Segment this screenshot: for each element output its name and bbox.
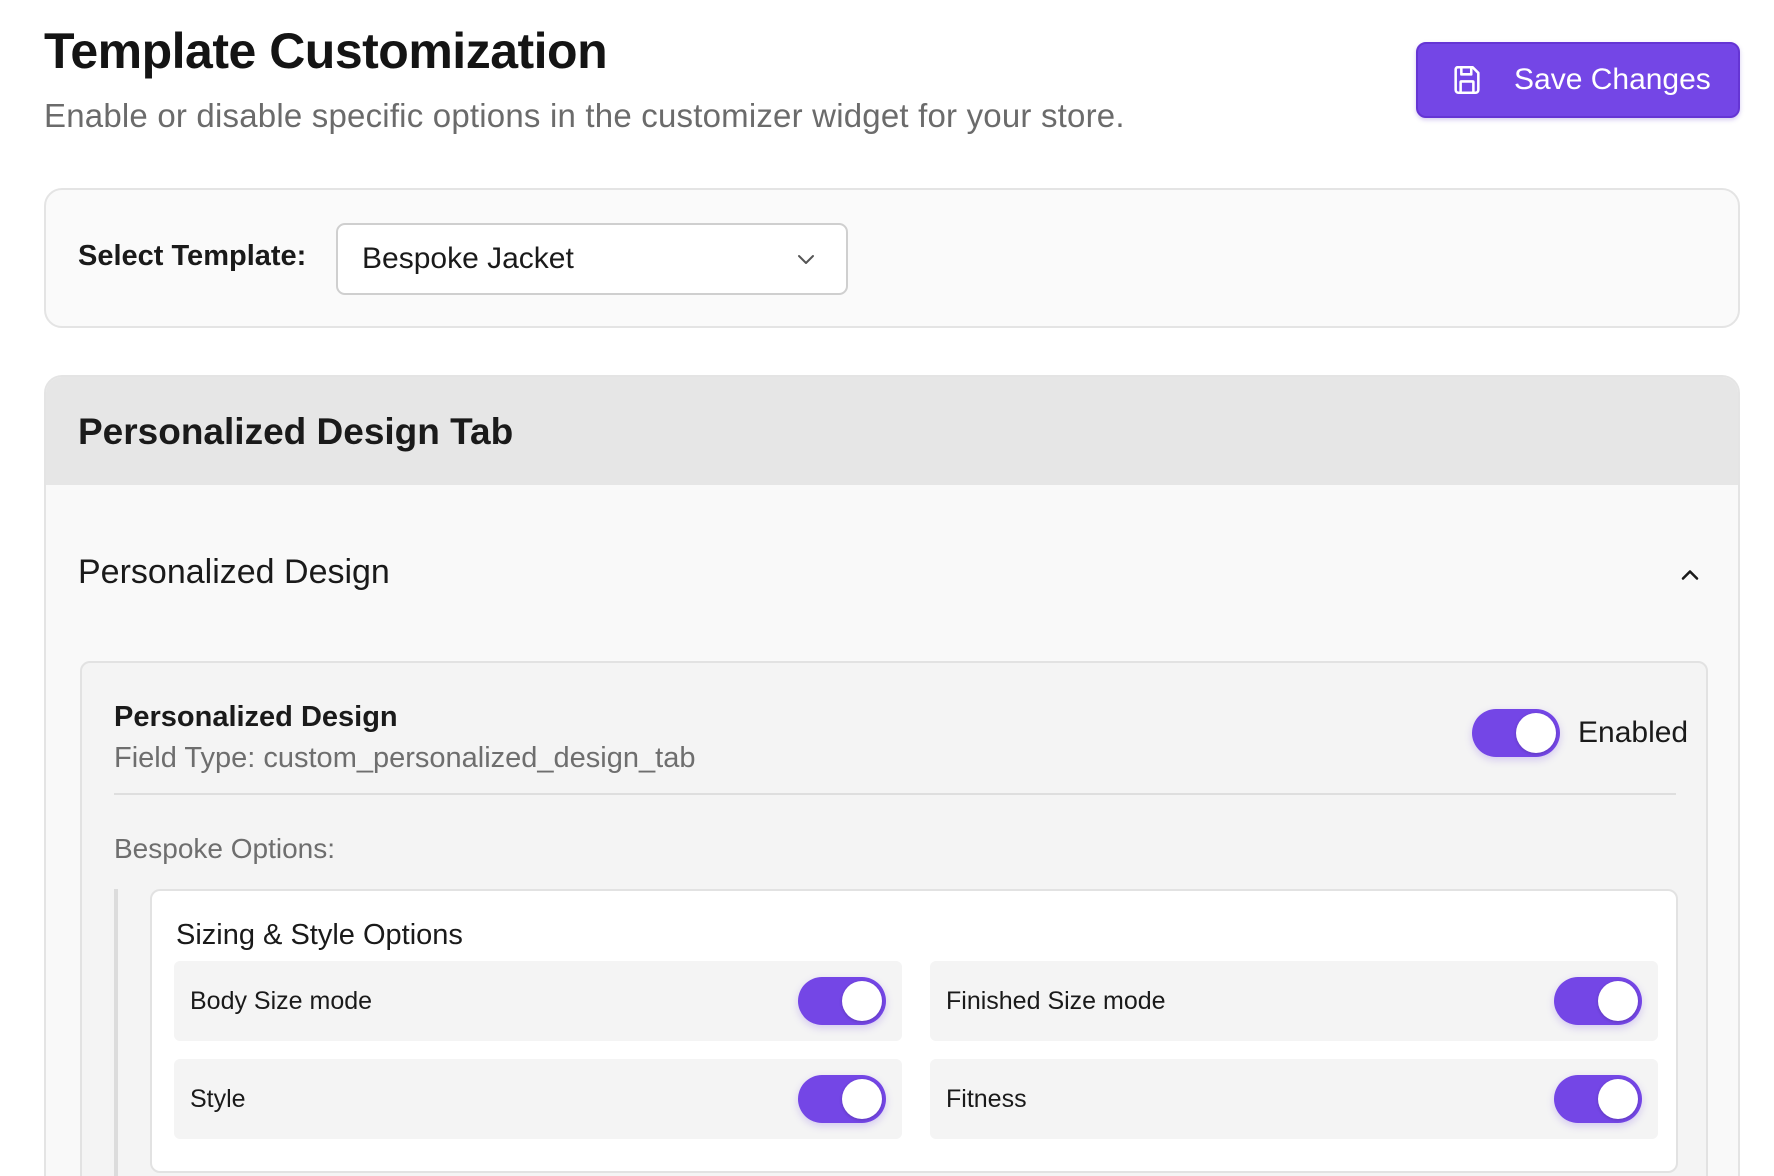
option-style: Style	[174, 1059, 902, 1139]
toggle-knob	[1598, 981, 1638, 1021]
page-title: Template Customization	[44, 23, 608, 79]
option-body-size-mode: Body Size mode	[174, 961, 902, 1041]
accordion-header[interactable]: Personalized Design	[78, 553, 390, 592]
save-changes-label: Save Changes	[1514, 63, 1711, 96]
options-indent-rule	[114, 889, 118, 1176]
field-card: Personalized Design Field Type: custom_p…	[80, 661, 1708, 1176]
page-subtitle: Enable or disable specific options in th…	[44, 97, 1125, 134]
field-status-label: Enabled	[1578, 716, 1689, 749]
group-title: Sizing & Style Options	[176, 919, 463, 951]
toggle-knob	[1598, 1079, 1638, 1119]
personalized-design-tab-section: Personalized Design Tab Personalized Des…	[44, 375, 1740, 1176]
save-icon	[1450, 63, 1484, 97]
field-name: Personalized Design	[114, 701, 398, 733]
chevron-down-icon	[794, 247, 818, 271]
save-changes-button[interactable]: Save Changes	[1416, 42, 1740, 118]
bespoke-options-label: Bespoke Options:	[114, 833, 336, 864]
section-title: Personalized Design Tab	[78, 411, 514, 452]
chevron-up-icon[interactable]	[1676, 561, 1704, 589]
body-size-mode-toggle[interactable]	[798, 977, 886, 1025]
option-fitness: Fitness	[930, 1059, 1658, 1139]
template-select[interactable]: Bespoke Jacket	[336, 223, 848, 295]
option-label: Style	[190, 1084, 246, 1113]
field-enabled-toggle[interactable]	[1472, 709, 1560, 757]
option-label: Body Size mode	[190, 986, 373, 1015]
style-toggle[interactable]	[798, 1075, 886, 1123]
section-header: Personalized Design Tab	[46, 377, 1738, 485]
option-label: Fitness	[946, 1084, 1027, 1113]
field-type: Field Type: custom_personalized_design_t…	[114, 742, 696, 774]
finished-size-mode-toggle[interactable]	[1554, 977, 1642, 1025]
option-finished-size-mode: Finished Size mode	[930, 961, 1658, 1041]
page: Template Customization Enable or disable…	[0, 0, 1774, 1176]
template-select-value: Bespoke Jacket	[362, 242, 574, 275]
fitness-toggle[interactable]	[1554, 1075, 1642, 1123]
toggle-knob	[1516, 713, 1556, 753]
divider	[114, 793, 1676, 795]
toggle-knob	[842, 1079, 882, 1119]
field-enabled-control: Enabled	[1472, 709, 1688, 757]
sizing-style-options-group: Sizing & Style Options Body Size mode Fi…	[150, 889, 1678, 1173]
toggle-knob	[842, 981, 882, 1021]
template-select-card: Select Template: Bespoke Jacket	[44, 188, 1740, 328]
select-template-label: Select Template:	[78, 240, 307, 272]
option-label: Finished Size mode	[946, 986, 1166, 1015]
